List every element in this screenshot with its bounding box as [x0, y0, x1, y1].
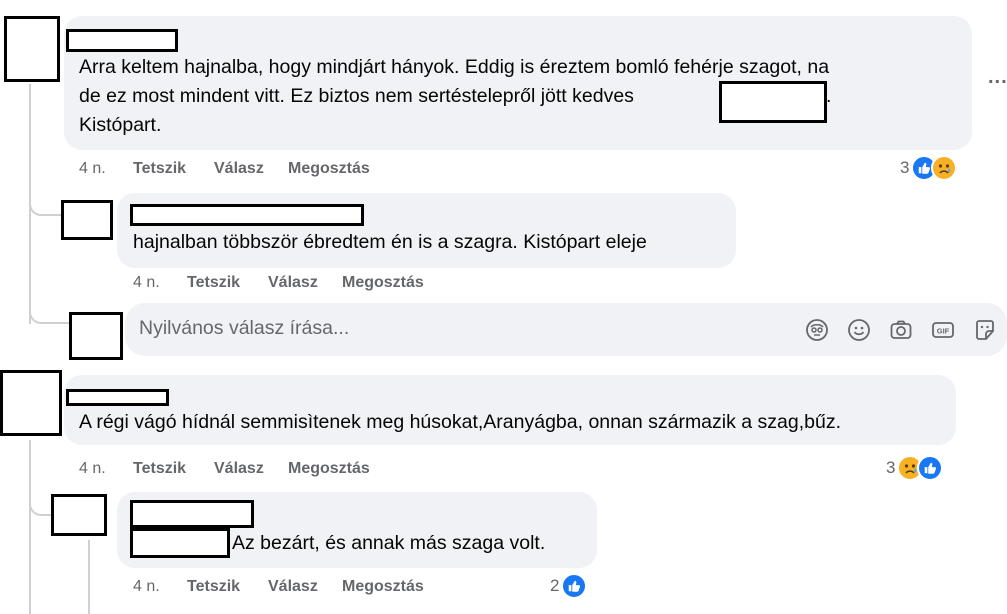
comment-actions: 4 n. Tetszik Válasz Megosztás	[133, 578, 424, 596]
thread-line	[88, 540, 90, 614]
mention-redacted[interactable]	[130, 528, 230, 558]
emoji-icon[interactable]	[847, 318, 871, 342]
reaction-count: 3	[900, 158, 910, 177]
mention-redacted[interactable]	[719, 81, 827, 123]
comment-text-line: Kistópart.	[79, 114, 162, 136]
thread-line	[29, 440, 31, 614]
avatar[interactable]	[4, 16, 60, 82]
gif-icon[interactable]: GIF	[931, 318, 955, 342]
reply-button[interactable]: Válasz	[214, 460, 288, 478]
reply-button[interactable]: Válasz	[268, 578, 342, 596]
author-name-redacted[interactable]	[66, 29, 178, 52]
avatar[interactable]	[0, 370, 62, 436]
thread-branch	[29, 190, 63, 216]
current-user-avatar[interactable]	[69, 312, 123, 360]
author-name-redacted[interactable]	[66, 389, 169, 406]
timestamp[interactable]: 4 n.	[79, 460, 133, 478]
sticker-icon[interactable]	[973, 318, 997, 342]
comment-text: hajnalban többször ébredtem én is a szag…	[133, 231, 647, 253]
timestamp[interactable]: 4 n.	[133, 578, 187, 596]
reaction-summary[interactable]: 3	[900, 155, 958, 181]
like-button[interactable]: Tetszik	[133, 460, 214, 478]
sad-icon	[931, 155, 958, 181]
comment-actions: 4 n. Tetszik Válasz Megosztás	[79, 160, 370, 178]
avatar-sticker-icon[interactable]	[805, 318, 829, 342]
svg-text:GIF: GIF	[937, 327, 950, 336]
comment-text: A régi vágó hídnál semmisìtenek meg húso…	[79, 411, 842, 433]
reply-input-placeholder: Nyilvános válasz írása...	[139, 317, 350, 339]
avatar[interactable]	[51, 494, 107, 536]
avatar[interactable]	[61, 200, 113, 240]
author-name-redacted[interactable]	[130, 204, 364, 226]
comment-text: Az bezárt, és annak más szaga volt.	[232, 532, 546, 554]
share-button[interactable]: Megosztás	[288, 160, 370, 178]
like-button[interactable]: Tetszik	[133, 160, 214, 178]
reply-button[interactable]: Válasz	[214, 160, 288, 178]
reaction-summary[interactable]: 2	[550, 573, 588, 599]
like-icon	[917, 455, 944, 481]
thread-branch	[29, 296, 69, 324]
comment-actions: 4 n. Tetszik Válasz Megosztás	[133, 274, 424, 292]
camera-icon[interactable]	[889, 318, 913, 342]
thread-branch	[29, 490, 51, 516]
like-button[interactable]: Tetszik	[187, 578, 268, 596]
reaction-count: 2	[550, 576, 560, 595]
reply-button[interactable]: Válasz	[268, 274, 342, 292]
reaction-summary[interactable]: 3	[886, 455, 944, 481]
comment-text-line: .	[826, 85, 832, 107]
timestamp[interactable]: 4 n.	[79, 160, 133, 178]
author-name-redacted[interactable]	[130, 500, 254, 528]
timestamp[interactable]: 4 n.	[133, 274, 187, 292]
comment-actions: 4 n. Tetszik Válasz Megosztás	[79, 460, 370, 478]
like-icon	[561, 573, 588, 599]
share-button[interactable]: Megosztás	[342, 578, 424, 596]
like-button[interactable]: Tetszik	[187, 274, 268, 292]
comment-text-line: de ez most mindent vitt. Ez biztos nem s…	[79, 85, 634, 107]
more-options-icon[interactable]: ...	[988, 66, 1007, 89]
reaction-count: 3	[886, 458, 896, 477]
share-button[interactable]: Megosztás	[288, 460, 370, 478]
comment-text-line: Arra keltem hajnalba, hogy mindjárt hány…	[79, 56, 830, 78]
share-button[interactable]: Megosztás	[342, 274, 424, 292]
